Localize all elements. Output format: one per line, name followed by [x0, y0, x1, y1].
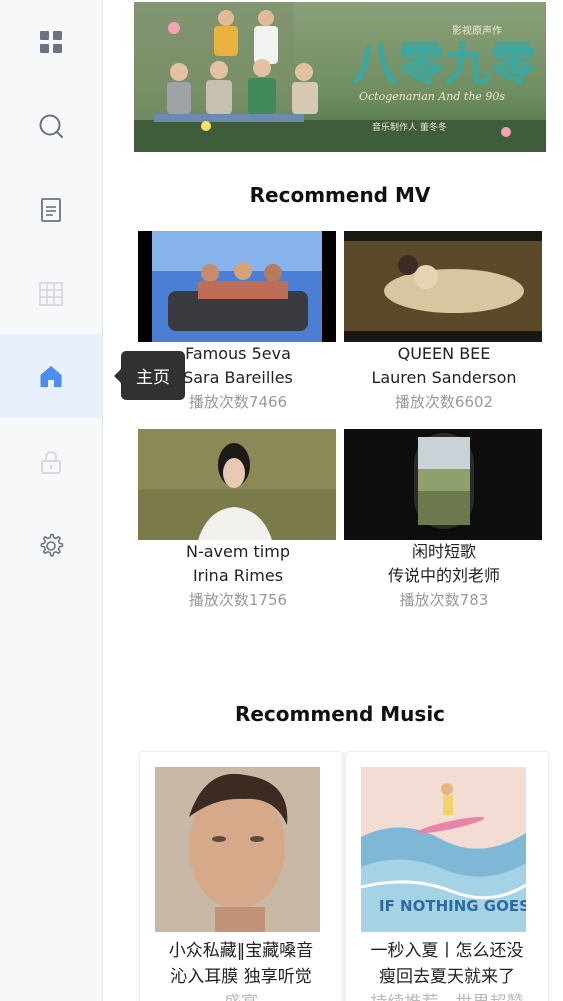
- mv-artist: Lauren Sanderson: [371, 368, 517, 387]
- banner-credit: 音乐制作人 董冬冬: [372, 121, 447, 133]
- mv-title: 闲时短歌: [411, 542, 476, 561]
- music-title-line: 一秒入夏丨怎么还没: [370, 941, 524, 961]
- mv-card[interactable]: Famous 5eva Sara Bareilles 播放次数7466: [138, 231, 338, 414]
- music-title-line: 持续推荐，世界超赞: [354, 990, 540, 1001]
- banner-subtitle: Octogenarian And the 90s: [359, 90, 505, 103]
- home-icon: [40, 366, 62, 387]
- mv-artist: Irina Rimes: [192, 566, 284, 585]
- cover-text: IF NOTHING GOES RIGHT,: [379, 897, 526, 915]
- music-cover[interactable]: IF NOTHING GOES RIGHT,: [361, 767, 526, 932]
- search-icon: [39, 114, 63, 138]
- music-card[interactable]: 小众私藏‖宝藏嗓音 沁入耳膜 独享听觉 盛宴: [139, 751, 343, 1001]
- mv-artist: 传说中的刘老师: [387, 566, 500, 585]
- mv-card[interactable]: N-avem timp Irina Rimes 播放次数1756: [138, 429, 338, 612]
- banner-image[interactable]: 八零九零 Octogenarian And the 90s 影视原声作 音乐制作…: [134, 2, 546, 152]
- music-title-line: 沁入耳膜 独享听觉: [170, 967, 312, 987]
- document-icon: [41, 198, 61, 222]
- sidebar: [0, 0, 103, 1001]
- mv-card[interactable]: QUEEN BEE Lauren Sanderson 播放次数6602: [344, 231, 544, 414]
- mv-card[interactable]: 闲时短歌 传说中的刘老师 播放次数783: [344, 429, 544, 612]
- mv-plays: 播放次数7466: [188, 393, 288, 411]
- mv-title: N-avem timp: [186, 542, 290, 561]
- grid-icon: [40, 31, 62, 53]
- music-title-line: 瘦回去夏天就来了: [379, 967, 515, 987]
- mv-title: QUEEN BEE: [397, 344, 491, 363]
- sidebar-item-search[interactable]: [0, 84, 102, 168]
- banner-title: 八零九零: [352, 37, 537, 91]
- mv-thumbnail[interactable]: [138, 429, 336, 540]
- mv-title: Famous 5eva: [185, 344, 291, 363]
- gear-icon: [40, 533, 64, 557]
- sidebar-item-settings[interactable]: [0, 504, 102, 588]
- app-root: 主页 八零九零 Octogenarian And the 90s 影视原声作 音…: [0, 0, 563, 1001]
- sidebar-item-document[interactable]: [0, 168, 102, 252]
- table-icon: [39, 282, 63, 306]
- recommend-music-title: Recommend Music: [234, 702, 446, 726]
- mv-thumbnail[interactable]: [344, 231, 542, 342]
- banner-tag: 影视原声作: [452, 24, 502, 37]
- mv-plays: 播放次数6602: [394, 393, 494, 411]
- music-title-line: 小众私藏‖宝藏嗓音: [168, 941, 314, 961]
- sidebar-item-home[interactable]: [0, 334, 102, 418]
- music-cover[interactable]: [155, 767, 320, 932]
- mv-plays: 播放次数1756: [188, 591, 288, 609]
- mv-plays: 播放次数783: [399, 591, 489, 609]
- sidebar-item-lock[interactable]: [0, 420, 102, 504]
- lock-icon: [41, 451, 61, 474]
- music-card[interactable]: IF NOTHING GOES RIGHT, 一秒入夏丨怎么还没 瘦回去夏天就来…: [345, 751, 549, 1001]
- mv-thumbnail[interactable]: [138, 231, 336, 342]
- mv-thumbnail[interactable]: [344, 429, 542, 540]
- mv-artist: Sara Bareilles: [183, 368, 293, 387]
- sidebar-item-table[interactable]: [0, 252, 102, 336]
- sidebar-item-apps[interactable]: [0, 0, 102, 84]
- music-title-line: 盛宴: [148, 990, 334, 1001]
- recommend-mv-title: Recommend MV: [249, 183, 431, 207]
